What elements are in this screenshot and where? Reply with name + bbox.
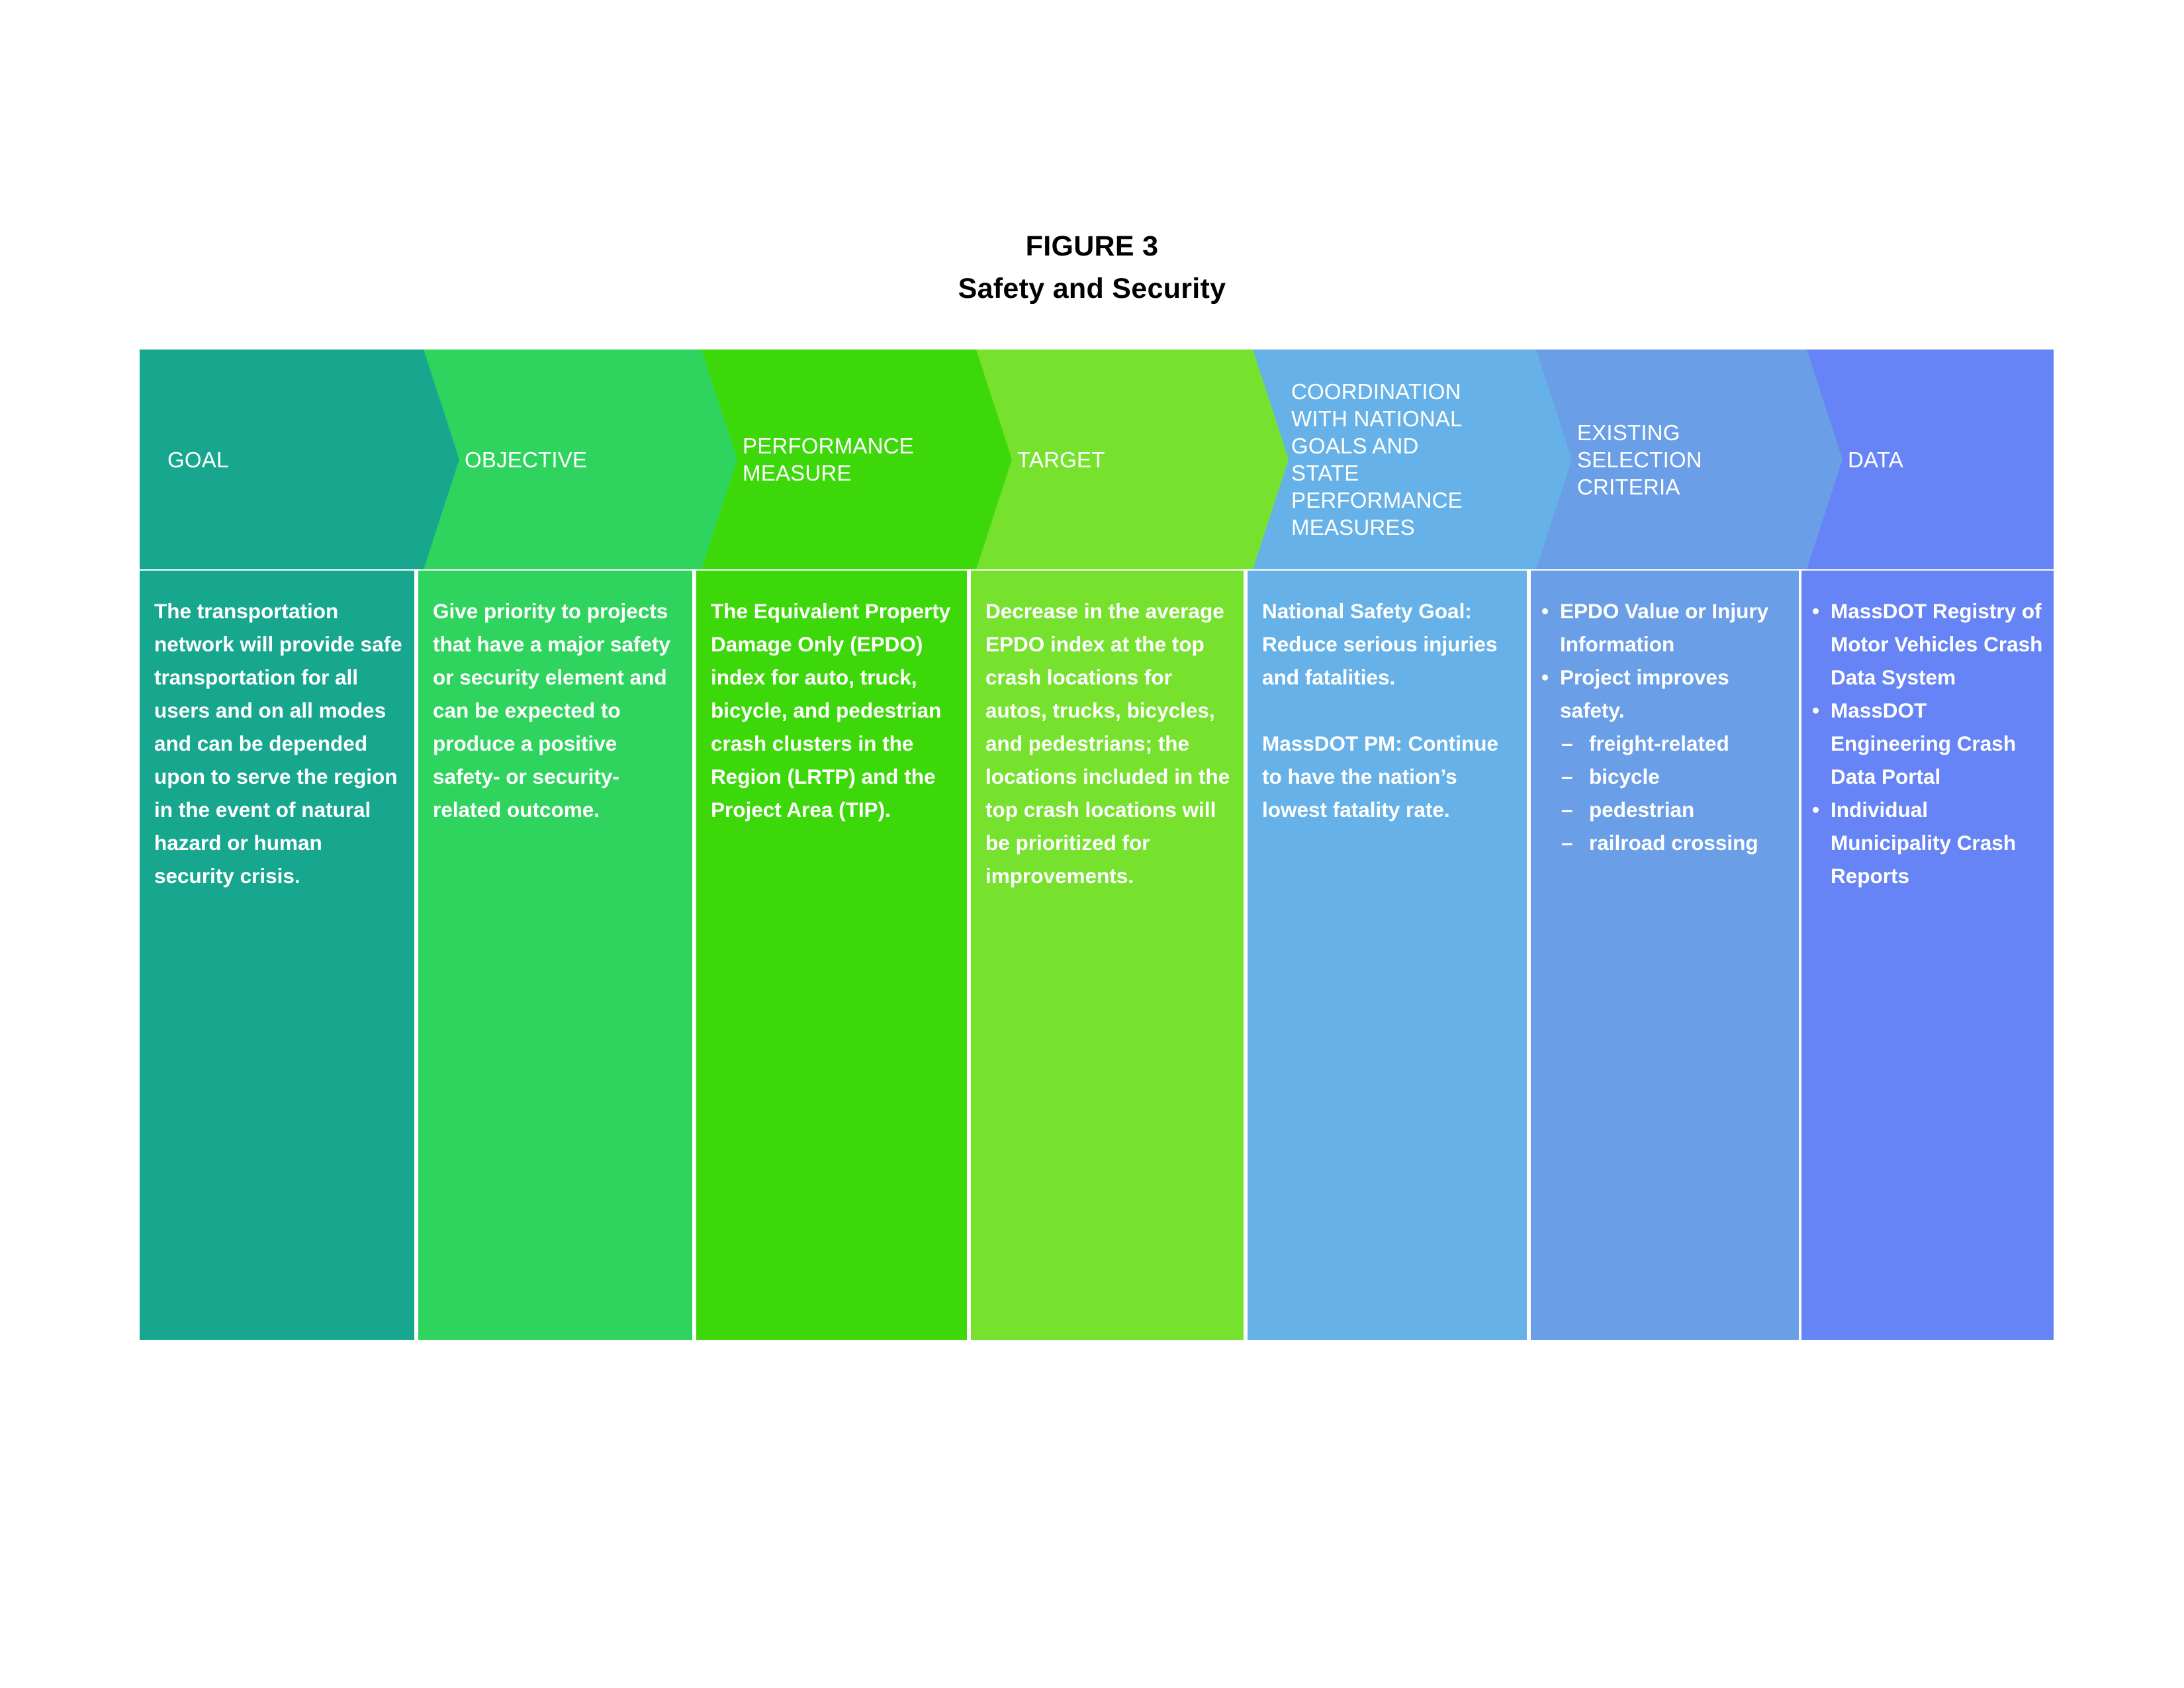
- sub-bullet-text: bicycle: [1589, 765, 1660, 788]
- sub-list-item: bicycle: [1560, 760, 1790, 793]
- sub-list-item: railroad crossing: [1560, 826, 1790, 859]
- cell-coordination-massdot-pm: MassDOT PM: Continue to have the nation’…: [1262, 731, 1499, 821]
- list-item: Project improves safety. freight-related…: [1540, 661, 1790, 859]
- body-row: The transportation network will provide …: [140, 571, 2054, 1340]
- cell-data: MassDOT Registry of Motor Vehicles Crash…: [1801, 571, 2054, 1340]
- list-item: EPDO Value or Injury Information: [1540, 594, 1790, 661]
- bullet-text: Project improves safety.: [1560, 665, 1729, 722]
- cell-objective-text: Give priority to projects that have a ma…: [433, 599, 670, 821]
- header-data-label: DATA: [1848, 447, 1903, 472]
- sub-list-item: freight-related: [1560, 727, 1790, 760]
- header-target[interactable]: TARGET: [976, 350, 1253, 569]
- cell-coordination-national-goal: National Safety Goal: Reduce serious inj…: [1262, 599, 1498, 689]
- sub-list-item: pedestrian: [1560, 793, 1790, 826]
- data-sources-list: MassDOT Registry of Motor Vehicles Crash…: [1811, 594, 2044, 892]
- existing-selection-criteria-sublist: freight-related bicycle pedestrian railr…: [1560, 727, 1790, 859]
- cell-goal-text: The transportation network will provide …: [154, 599, 402, 888]
- list-item: MassDOT Registry of Motor Vehicles Crash…: [1811, 594, 2044, 694]
- header-objective-label: OBJECTIVE: [465, 447, 588, 472]
- cell-target-text: Decrease in the average EPDO index at th…: [985, 599, 1230, 888]
- list-item: MassDOT Engineering Crash Data Portal: [1811, 694, 2044, 793]
- header-performance-measure-label: PERFORMANCE MEASURE: [743, 434, 914, 485]
- bullet-text: Individual Municipality Crash Reports: [1831, 798, 2017, 888]
- cell-target: Decrease in the average EPDO index at th…: [971, 571, 1244, 1340]
- header-data[interactable]: DATA: [1807, 350, 2054, 569]
- cell-objective: Give priority to projects that have a ma…: [418, 571, 692, 1340]
- header-goal-label: GOAL: [167, 447, 229, 472]
- header-performance-measure[interactable]: PERFORMANCE MEASURE: [702, 350, 976, 569]
- existing-selection-criteria-list: EPDO Value or Injury Information Project…: [1540, 594, 1790, 859]
- figure-subtitle: Safety and Security: [958, 273, 1226, 305]
- bullet-text: MassDOT Engineering Crash Data Portal: [1831, 698, 2017, 788]
- sub-bullet-text: pedestrian: [1589, 798, 1695, 821]
- header-goal[interactable]: GOAL: [140, 350, 424, 569]
- header-target-label: TARGET: [1017, 447, 1105, 472]
- cell-performance-measure: The Equivalent Property Damage Only (EPD…: [696, 571, 967, 1340]
- cell-goal: The transportation network will provide …: [140, 571, 414, 1340]
- cell-existing-selection-criteria: EPDO Value or Injury Information Project…: [1531, 571, 1799, 1340]
- safety-and-security-figure: GOAL OBJECTIVE PERFORMANCE MEASURE TARGE…: [140, 350, 2054, 1340]
- sub-bullet-text: railroad crossing: [1589, 831, 1758, 855]
- figure-page: FIGURE 3 Safety and Security GOAL OBJECT…: [0, 0, 2184, 1688]
- header-coordination-label: COORDINATION WITH NATIONAL GOALS AND STA…: [1291, 379, 1463, 539]
- list-item: Individual Municipality Crash Reports: [1811, 793, 2044, 892]
- header-coordination[interactable]: COORDINATION WITH NATIONAL GOALS AND STA…: [1253, 350, 1536, 569]
- sub-bullet-text: freight-related: [1589, 731, 1729, 755]
- bullet-text: EPDO Value or Injury Information: [1560, 599, 1769, 656]
- header-existing-selection-criteria-label: EXISTING SELECTION CRITERIA: [1577, 420, 1702, 499]
- figure-title: FIGURE 3 Safety and Security: [0, 225, 2184, 310]
- cell-performance-measure-text: The Equivalent Property Damage Only (EPD…: [711, 599, 951, 821]
- header-objective[interactable]: OBJECTIVE: [424, 350, 702, 569]
- figure-number: FIGURE 3: [1025, 230, 1159, 262]
- header-existing-selection-criteria[interactable]: EXISTING SELECTION CRITERIA: [1536, 350, 1807, 569]
- header-chevron-row: GOAL OBJECTIVE PERFORMANCE MEASURE TARGE…: [140, 350, 2054, 569]
- cell-coordination: National Safety Goal: Reduce serious inj…: [1248, 571, 1527, 1340]
- bullet-text: MassDOT Registry of Motor Vehicles Crash…: [1831, 599, 2043, 689]
